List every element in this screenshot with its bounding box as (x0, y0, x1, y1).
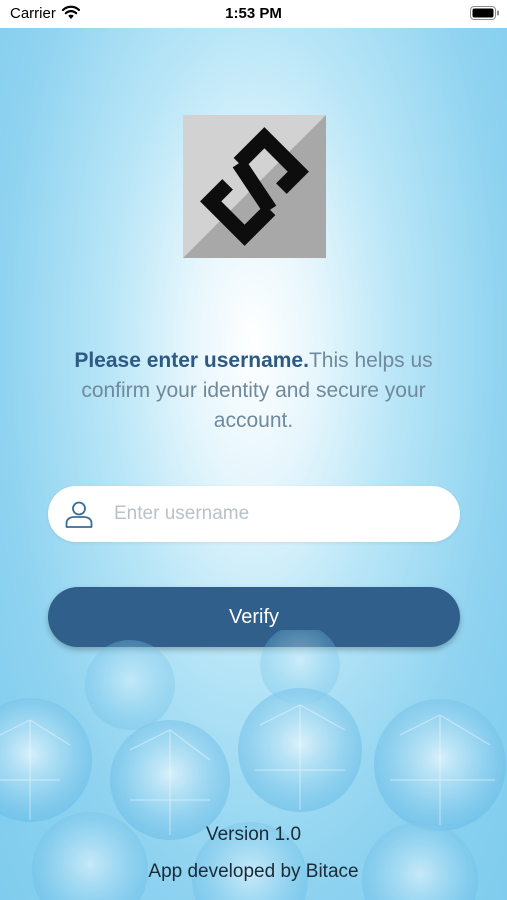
status-time: 1:53 PM (225, 5, 282, 22)
user-icon (65, 501, 93, 528)
username-input[interactable] (114, 494, 444, 534)
app-logo (183, 115, 326, 258)
diamonds-background (0, 630, 507, 900)
developer-label: App developed by Bitace (148, 861, 359, 882)
battery-icon (470, 6, 499, 20)
instruction-message: Please enter username.This helps us conf… (40, 346, 467, 436)
status-bar: Carrier 1:53 PM (0, 0, 507, 28)
message-bold: Please enter username. (74, 349, 309, 372)
version-label: Version 1.0 (205, 824, 302, 845)
username-field[interactable] (48, 486, 460, 542)
